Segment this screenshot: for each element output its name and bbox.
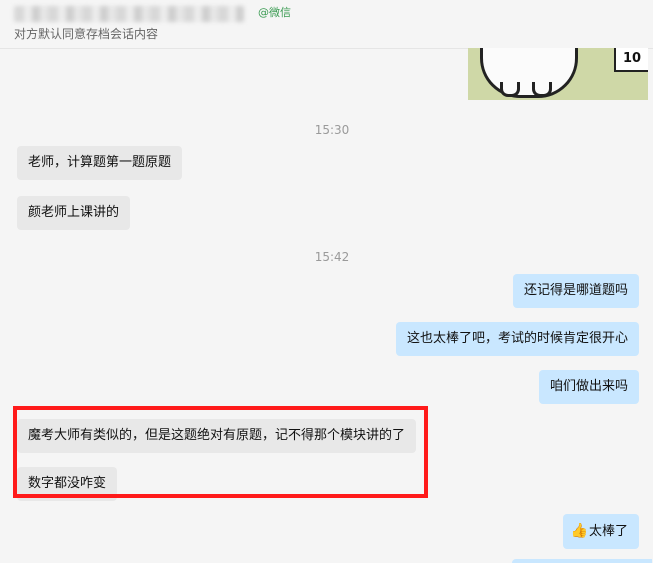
- chat-window: @微信 对方默认同意存档会话内容 10 15:30 老师，计算题第一题原题 颜老…: [0, 0, 653, 563]
- message-bubble-outgoing[interactable]: 这也太棒了吧，考试的时候肯定很开心: [395, 322, 639, 356]
- sticker-sign-text: 10: [623, 51, 642, 66]
- message-bubble-outgoing[interactable]: 👍太棒了: [562, 514, 639, 549]
- sticker-leg: [532, 82, 552, 97]
- contact-name-blurred[interactable]: [14, 6, 244, 22]
- bear-sticker-icon: [480, 48, 578, 98]
- sticker-leg: [500, 82, 520, 97]
- sticker-message[interactable]: 10: [468, 48, 648, 100]
- message-bubble-outgoing[interactable]: 咱们做出来吗: [538, 370, 639, 404]
- message-text: 太棒了: [588, 524, 628, 539]
- message-bubble-incoming[interactable]: 颜老师上课讲的: [17, 196, 131, 230]
- wechat-source-tag: @微信: [258, 6, 291, 19]
- message-bubble-outgoing[interactable]: 还记得是哪道题吗: [512, 274, 639, 308]
- chat-header: @微信 对方默认同意存档会话内容: [0, 0, 653, 49]
- message-bubble-incoming[interactable]: 数字都没咋变: [17, 467, 118, 501]
- consent-notice: 对方默认同意存档会话内容: [14, 27, 159, 41]
- message-bubble-outgoing-partial[interactable]: [512, 559, 652, 563]
- message-bubble-incoming[interactable]: 魔考大师有类似的，但是这题绝对有原题，记不得那个模块讲的了: [17, 419, 417, 453]
- message-bubble-incoming[interactable]: 老师，计算题第一题原题: [17, 146, 183, 180]
- timestamp: 15:30: [314, 123, 350, 137]
- timestamp: 15:42: [314, 250, 350, 264]
- thumbs-up-icon: 👍: [570, 523, 588, 539]
